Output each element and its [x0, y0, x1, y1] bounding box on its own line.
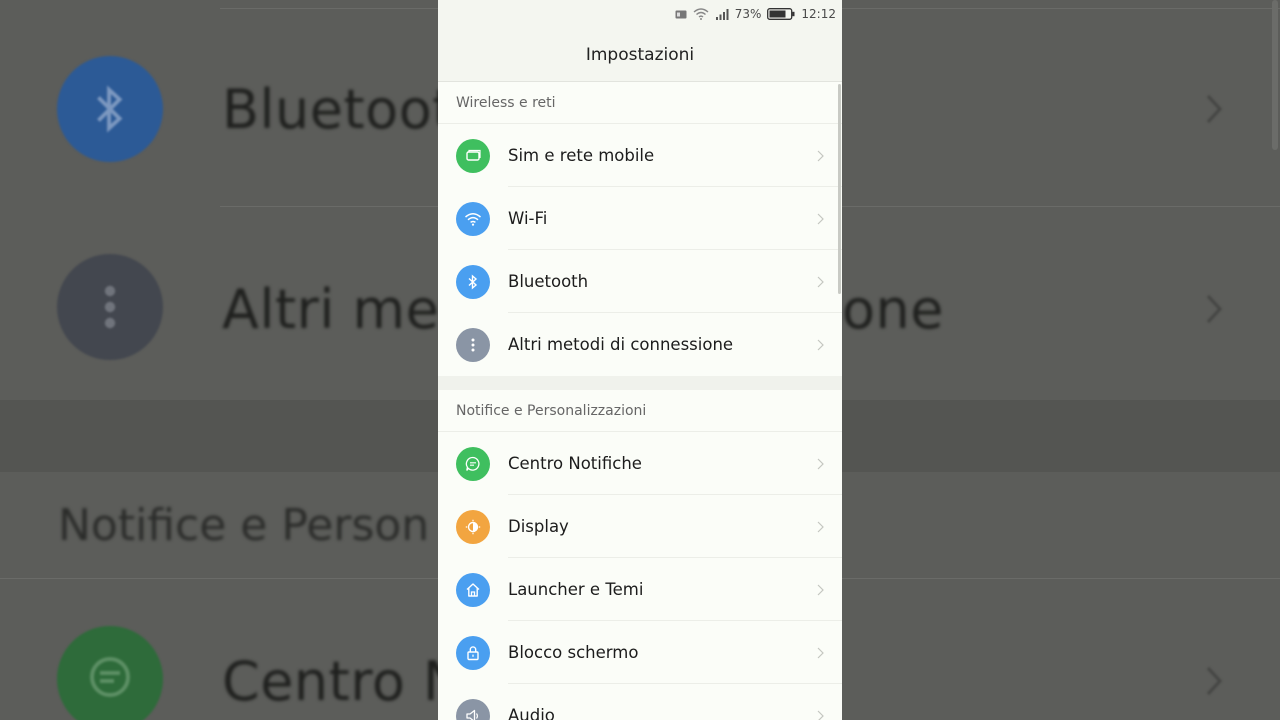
bg-chevron-icon — [1204, 664, 1224, 702]
sim-status-icon — [675, 10, 687, 19]
battery-percent: 73% — [734, 7, 762, 21]
bg-bluetooth-icon — [57, 56, 163, 162]
chat-bubble-icon — [456, 446, 490, 481]
bg-text-centro: Centro N — [222, 650, 464, 713]
bg-more-icon — [57, 254, 163, 360]
settings-item-audio[interactable]: Audio — [438, 684, 842, 720]
scrollbar[interactable] — [838, 84, 841, 294]
settings-item-label: Display — [508, 517, 569, 536]
settings-item-label: Wi-Fi — [508, 209, 548, 228]
settings-item-lock-screen[interactable]: Blocco schermo — [438, 621, 842, 684]
clock: 12:12 — [801, 7, 836, 21]
sim-card-icon — [456, 138, 490, 173]
status-bar: 73% 12:12 — [438, 0, 842, 28]
settings-list: Wireless e reti Sim e rete mobile Wi-Fi … — [438, 82, 842, 720]
bg-chevron-icon — [1204, 92, 1224, 130]
lock-icon — [456, 635, 490, 670]
settings-item-label: Launcher e Temi — [508, 580, 644, 599]
chevron-right-icon — [817, 150, 824, 162]
bg-text-bluetooth: Bluetoot — [222, 78, 454, 141]
bg-chat-icon — [57, 626, 163, 720]
chevron-right-icon — [817, 647, 824, 659]
settings-item-other-connections[interactable]: Altri metodi di connessione — [438, 313, 842, 376]
chevron-right-icon — [817, 584, 824, 596]
settings-item-label: Centro Notifiche — [508, 454, 642, 473]
settings-item-sim[interactable]: Sim e rete mobile — [438, 124, 842, 187]
battery-icon — [767, 8, 795, 20]
bluetooth-icon — [456, 264, 490, 299]
chevron-right-icon — [817, 710, 824, 720]
bg-chevron-icon — [1204, 292, 1224, 330]
chevron-right-icon — [817, 521, 824, 533]
bg-text-altri-right: one — [842, 278, 944, 341]
settings-item-label: Audio — [508, 706, 555, 720]
settings-item-bluetooth[interactable]: Bluetooth — [438, 250, 842, 313]
section-gap — [438, 376, 842, 390]
settings-item-wifi[interactable]: Wi-Fi — [438, 187, 842, 250]
settings-item-notification-center[interactable]: Centro Notifiche — [438, 432, 842, 495]
home-icon — [456, 572, 490, 607]
section-header-wireless: Wireless e reti — [438, 82, 842, 124]
bg-text-section: Notifice e Person — [58, 500, 430, 551]
settings-item-display[interactable]: Display — [438, 495, 842, 558]
chevron-right-icon — [817, 339, 824, 351]
speaker-icon — [456, 698, 490, 720]
page-title: Impostazioni — [438, 28, 842, 82]
settings-item-label: Altri metodi di connessione — [508, 335, 734, 354]
more-vertical-icon — [456, 327, 490, 362]
section-header-notifications: Notifice e Personalizzazioni — [438, 390, 842, 432]
bg-scrollbar — [1272, 0, 1278, 150]
settings-item-label: Blocco schermo — [508, 643, 639, 662]
wifi-status-icon — [693, 8, 709, 20]
settings-item-label: Sim e rete mobile — [508, 146, 655, 165]
phone-screen: 73% 12:12 Impostazioni Wireless e reti S… — [438, 0, 842, 720]
chevron-right-icon — [817, 213, 824, 225]
settings-item-label: Bluetooth — [508, 272, 589, 291]
brightness-icon — [456, 509, 490, 544]
wifi-icon — [456, 201, 490, 236]
bg-text-altri: Altri met — [222, 278, 461, 341]
chevron-right-icon — [817, 458, 824, 470]
chevron-right-icon — [817, 276, 824, 288]
signal-status-icon — [715, 8, 729, 20]
settings-item-launcher-themes[interactable]: Launcher e Temi — [438, 558, 842, 621]
